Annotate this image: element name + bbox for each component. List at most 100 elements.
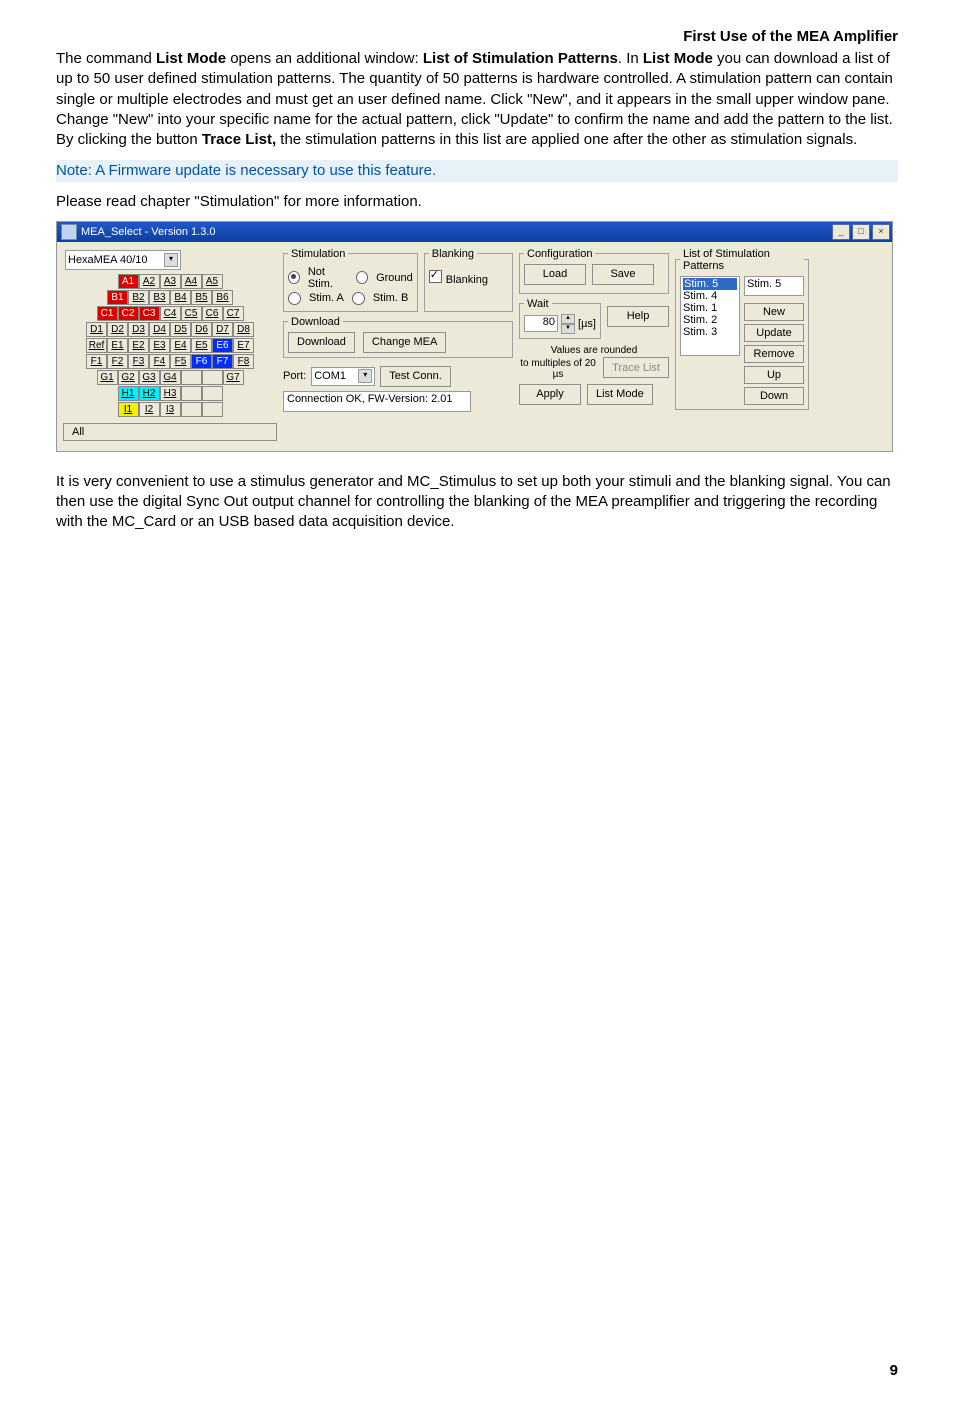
el-G2[interactable]: G2 bbox=[118, 370, 139, 385]
el-C5[interactable]: C5 bbox=[181, 306, 202, 321]
el-E5[interactable]: E5 bbox=[191, 338, 212, 353]
el-C3[interactable]: C3 bbox=[139, 306, 160, 321]
spin-up-icon[interactable]: ▲ bbox=[561, 314, 575, 324]
all-button[interactable]: All bbox=[63, 423, 277, 441]
el-D5[interactable]: D5 bbox=[170, 322, 191, 337]
el-A4[interactable]: A4 bbox=[181, 274, 202, 289]
el-E6[interactable]: E6 bbox=[212, 338, 233, 353]
list-item[interactable]: Stim. 1 bbox=[683, 302, 737, 314]
new-button[interactable]: New bbox=[744, 303, 804, 321]
el-G3[interactable]: G3 bbox=[139, 370, 160, 385]
el-E4[interactable]: E4 bbox=[170, 338, 191, 353]
el-B4[interactable]: B4 bbox=[170, 290, 191, 305]
el-D4[interactable]: D4 bbox=[149, 322, 170, 337]
radio-notstim[interactable] bbox=[288, 271, 300, 284]
radio-ground[interactable] bbox=[356, 271, 368, 284]
el-blank5[interactable] bbox=[181, 402, 202, 417]
el-A2[interactable]: A2 bbox=[139, 274, 160, 289]
el-C1[interactable]: C1 bbox=[97, 306, 118, 321]
list-mode-button[interactable]: List Mode bbox=[587, 384, 653, 405]
el-F4[interactable]: F4 bbox=[149, 354, 170, 369]
list-item[interactable]: Stim. 4 bbox=[683, 290, 737, 302]
list-item[interactable]: Stim. 5 bbox=[683, 278, 737, 290]
patterns-listbox[interactable]: Stim. 5 Stim. 4 Stim. 1 Stim. 2 Stim. 3 bbox=[680, 276, 740, 356]
down-button[interactable]: Down bbox=[744, 387, 804, 405]
titlebar[interactable]: MEA_Select - Version 1.3.0 _ □ × bbox=[57, 222, 892, 242]
el-A1[interactable]: A1 bbox=[118, 274, 139, 289]
minimize-button[interactable]: _ bbox=[832, 224, 850, 240]
el-blank3[interactable] bbox=[181, 386, 202, 401]
el-G1[interactable]: G1 bbox=[97, 370, 118, 385]
el-blank2[interactable] bbox=[202, 370, 223, 385]
download-group: Download Download Change MEA bbox=[283, 316, 513, 358]
blanking-checkbox[interactable] bbox=[429, 270, 442, 283]
chevron-down-icon[interactable]: ▾ bbox=[358, 369, 372, 383]
el-H2[interactable]: H2 bbox=[139, 386, 160, 401]
remove-button[interactable]: Remove bbox=[744, 345, 804, 363]
list-item[interactable]: Stim. 2 bbox=[683, 314, 737, 326]
el-F2[interactable]: F2 bbox=[107, 354, 128, 369]
el-F3[interactable]: F3 bbox=[128, 354, 149, 369]
download-button[interactable]: Download bbox=[288, 332, 355, 353]
el-D3[interactable]: D3 bbox=[128, 322, 149, 337]
el-B2[interactable]: B2 bbox=[128, 290, 149, 305]
trace-list-button[interactable]: Trace List bbox=[603, 357, 669, 378]
el-blank1[interactable] bbox=[181, 370, 202, 385]
wait-input[interactable]: 80 bbox=[524, 315, 558, 332]
help-button[interactable]: Help bbox=[607, 306, 669, 327]
el-C2[interactable]: C2 bbox=[118, 306, 139, 321]
el-B5[interactable]: B5 bbox=[191, 290, 212, 305]
el-F8[interactable]: F8 bbox=[233, 354, 254, 369]
el-I3[interactable]: I3 bbox=[160, 402, 181, 417]
el-H1[interactable]: H1 bbox=[118, 386, 139, 401]
chevron-down-icon[interactable]: ▾ bbox=[164, 253, 178, 267]
el-B1[interactable]: B1 bbox=[107, 290, 128, 305]
el-H3[interactable]: H3 bbox=[160, 386, 181, 401]
update-button[interactable]: Update bbox=[744, 324, 804, 342]
el-D6[interactable]: D6 bbox=[191, 322, 212, 337]
load-button[interactable]: Load bbox=[524, 264, 586, 285]
radio-stimB[interactable] bbox=[352, 292, 365, 305]
text: opens an additional window: bbox=[226, 50, 423, 67]
el-Ref[interactable]: Ref bbox=[86, 338, 107, 353]
radio-stimA[interactable] bbox=[288, 292, 301, 305]
el-blank6[interactable] bbox=[202, 402, 223, 417]
el-B6[interactable]: B6 bbox=[212, 290, 233, 305]
el-D2[interactable]: D2 bbox=[107, 322, 128, 337]
el-I1[interactable]: I1 bbox=[118, 402, 139, 417]
save-button[interactable]: Save bbox=[592, 264, 654, 285]
el-E1[interactable]: E1 bbox=[107, 338, 128, 353]
change-mea-button[interactable]: Change MEA bbox=[363, 332, 446, 353]
port-combo[interactable]: COM1 ▾ bbox=[311, 367, 375, 386]
el-G7[interactable]: G7 bbox=[223, 370, 244, 385]
el-A3[interactable]: A3 bbox=[160, 274, 181, 289]
el-G4[interactable]: G4 bbox=[160, 370, 181, 385]
close-button[interactable]: × bbox=[872, 224, 890, 240]
el-C7[interactable]: C7 bbox=[223, 306, 244, 321]
spin-down-icon[interactable]: ▼ bbox=[561, 324, 575, 334]
note-band: Note: A Firmware update is necessary to … bbox=[56, 160, 898, 182]
el-D8[interactable]: D8 bbox=[233, 322, 254, 337]
el-blank4[interactable] bbox=[202, 386, 223, 401]
el-E2[interactable]: E2 bbox=[128, 338, 149, 353]
maximize-button[interactable]: □ bbox=[852, 224, 870, 240]
up-button[interactable]: Up bbox=[744, 366, 804, 384]
el-B3[interactable]: B3 bbox=[149, 290, 170, 305]
list-item[interactable]: Stim. 3 bbox=[683, 326, 737, 338]
mea-select[interactable]: HexaMEA 40/10 ▾ bbox=[65, 250, 181, 270]
el-D1[interactable]: D1 bbox=[86, 322, 107, 337]
el-I2[interactable]: I2 bbox=[139, 402, 160, 417]
el-A5[interactable]: A5 bbox=[202, 274, 223, 289]
apply-button[interactable]: Apply bbox=[519, 384, 581, 405]
pattern-name-input[interactable]: Stim. 5 bbox=[744, 276, 804, 296]
el-F7[interactable]: F7 bbox=[212, 354, 233, 369]
el-C6[interactable]: C6 bbox=[202, 306, 223, 321]
el-E3[interactable]: E3 bbox=[149, 338, 170, 353]
el-F5[interactable]: F5 bbox=[170, 354, 191, 369]
el-E7[interactable]: E7 bbox=[233, 338, 254, 353]
el-C4[interactable]: C4 bbox=[160, 306, 181, 321]
el-D7[interactable]: D7 bbox=[212, 322, 233, 337]
test-conn-button[interactable]: Test Conn. bbox=[380, 366, 451, 387]
el-F6[interactable]: F6 bbox=[191, 354, 212, 369]
el-F1[interactable]: F1 bbox=[86, 354, 107, 369]
